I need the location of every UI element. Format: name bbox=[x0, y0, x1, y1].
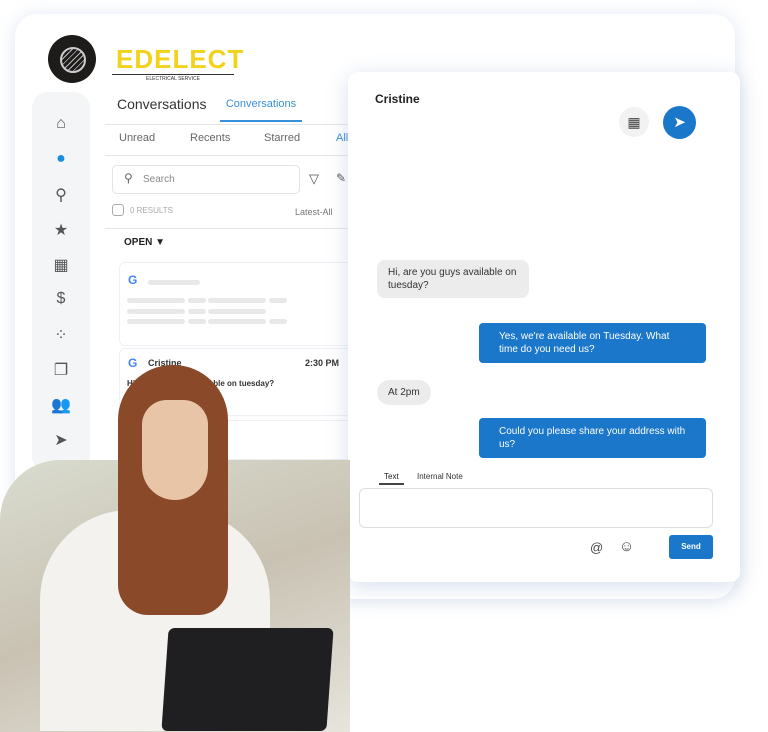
grid-icon[interactable]: ▦ bbox=[619, 107, 649, 137]
compose-icon[interactable]: ✎ bbox=[336, 171, 346, 185]
send-icon[interactable]: ➤ bbox=[663, 106, 696, 139]
select-all-checkbox[interactable] bbox=[112, 204, 124, 216]
tab-all[interactable]: All bbox=[336, 132, 348, 144]
sidebar bbox=[32, 92, 90, 472]
logo-icon bbox=[48, 35, 96, 83]
results-count: 0 RESULTS bbox=[130, 206, 173, 215]
photo-tablet bbox=[161, 628, 334, 731]
brand-tagline: ELECTRICAL SERVICE bbox=[112, 74, 234, 82]
divider bbox=[105, 124, 348, 125]
list-item-skeleton[interactable]: G bbox=[119, 262, 354, 346]
chat-icon[interactable]: ● bbox=[50, 150, 72, 168]
chat-contact-name: Cristine bbox=[375, 92, 420, 106]
star-icon[interactable]: ★ bbox=[50, 220, 72, 240]
network-icon[interactable]: ⁘ bbox=[50, 325, 72, 345]
home-icon[interactable]: ⌂ bbox=[50, 115, 72, 133]
photo-person-face bbox=[142, 400, 208, 500]
tab-internal-note[interactable]: Internal Note bbox=[417, 472, 463, 481]
send-button[interactable]: Send bbox=[669, 535, 713, 559]
filter-icon[interactable]: ▽ bbox=[309, 171, 319, 187]
location-icon[interactable]: ⚲ bbox=[50, 185, 72, 205]
copy-icon[interactable]: ❐ bbox=[50, 360, 72, 380]
message-incoming: At 2pm bbox=[377, 380, 431, 405]
page-title: Conversations bbox=[117, 96, 207, 112]
message-outgoing: Could you please share your address with… bbox=[479, 418, 706, 458]
message-outgoing: Yes, we're available on Tuesday. What ti… bbox=[479, 323, 706, 363]
sort-dropdown[interactable]: Latest-All bbox=[295, 207, 333, 217]
open-section-toggle[interactable]: OPEN ▼ bbox=[124, 237, 165, 248]
search-input[interactable]: Search bbox=[112, 165, 300, 194]
brand-name: EDELECT bbox=[116, 44, 245, 74]
tab-starred[interactable]: Starred bbox=[264, 132, 300, 144]
timestamp: 2:30 PM bbox=[304, 358, 339, 368]
tab-text[interactable]: Text bbox=[379, 472, 404, 485]
search-icon: ⚲ bbox=[124, 171, 133, 185]
send-icon[interactable]: ➤ bbox=[50, 430, 72, 450]
google-icon: G bbox=[128, 273, 138, 287]
divider bbox=[105, 155, 348, 156]
message-input[interactable] bbox=[359, 488, 713, 528]
users-icon[interactable]: 👥 bbox=[50, 395, 72, 415]
tab-unread[interactable]: Unread bbox=[119, 132, 155, 144]
attach-icon[interactable]: @ bbox=[590, 540, 603, 555]
google-icon: G bbox=[128, 356, 138, 370]
tab-recents[interactable]: Recents bbox=[190, 132, 230, 144]
divider bbox=[105, 228, 348, 229]
message-incoming: Hi, are you guys available on tuesday? bbox=[377, 260, 529, 298]
grid-icon[interactable]: ▦ bbox=[50, 255, 72, 275]
emoji-icon[interactable]: ☺ bbox=[619, 538, 634, 555]
tab-conversations[interactable]: Conversations bbox=[220, 90, 302, 122]
open-label: OPEN bbox=[124, 237, 153, 248]
dollar-icon[interactable]: $ bbox=[50, 290, 72, 308]
